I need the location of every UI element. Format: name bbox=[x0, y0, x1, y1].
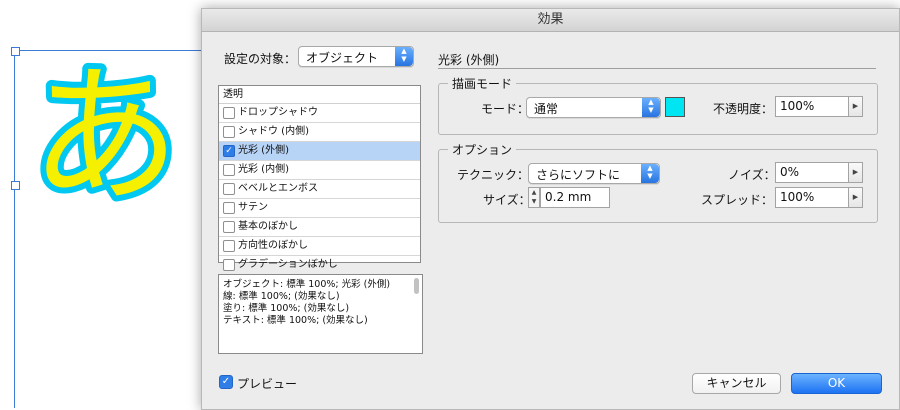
opacity-dropdown-arrow-icon[interactable]: ▶ bbox=[848, 96, 863, 117]
technique-select[interactable]: さらにソフトに ▲ ▼ bbox=[528, 163, 660, 184]
effect-label: 光彩 (外側) bbox=[238, 145, 289, 156]
summary-line: オブジェクト: 標準 100%; 光彩 (外側) bbox=[223, 279, 391, 290]
effect-label: シャドウ (内側) bbox=[238, 126, 309, 137]
opacity-field[interactable]: 100% bbox=[775, 96, 849, 117]
updown-arrow-icon: ▲ ▼ bbox=[641, 164, 659, 183]
target-select-value: オブジェクト bbox=[306, 51, 379, 65]
effect-label: 基本のぼかし bbox=[238, 221, 298, 232]
effect-item[interactable]: ベベルとエンボス bbox=[219, 180, 420, 199]
updown-arrow-icon: ▲ ▼ bbox=[642, 98, 660, 117]
updown-arrow-icon: ▲ ▼ bbox=[395, 47, 413, 66]
cancel-button[interactable]: キャンセル bbox=[692, 373, 781, 394]
noise-label: ノイズ： bbox=[728, 168, 776, 182]
size-label: サイズ： bbox=[483, 193, 531, 207]
spread-field[interactable]: 100% bbox=[775, 187, 849, 208]
summary-line: テキスト: 標準 100%; (効果なし) bbox=[223, 315, 368, 326]
frame-handle[interactable] bbox=[11, 181, 20, 190]
effect-label: ドロップシャドウ bbox=[238, 107, 318, 118]
checkbox-icon[interactable] bbox=[223, 126, 235, 138]
text-frame-edge bbox=[14, 50, 15, 408]
summary-line: 塗り: 標準 100%; (効果なし) bbox=[223, 303, 350, 314]
size-field[interactable]: 0.2 mm bbox=[540, 187, 610, 208]
checkbox-icon[interactable] bbox=[223, 183, 235, 195]
options-group-label: オプション bbox=[448, 141, 517, 158]
opacity-value: 100% bbox=[780, 99, 815, 113]
spread-value: 100% bbox=[780, 190, 815, 204]
settings-summary: オブジェクト: 標準 100%; 光彩 (外側) 線: 標準 100%; (効果な… bbox=[218, 274, 423, 354]
effect-item[interactable]: 基本のぼかし bbox=[219, 218, 420, 237]
noise-value: 0% bbox=[780, 165, 800, 179]
technique-select-value: さらにソフトに bbox=[536, 168, 621, 182]
effect-item[interactable]: 方向性のぼかし bbox=[219, 237, 420, 256]
summary-line: 線: 標準 100%; (効果なし) bbox=[223, 291, 340, 302]
effect-item[interactable]: ✓ 光彩 (外側) bbox=[219, 142, 420, 161]
size-value: 0.2 mm bbox=[545, 190, 592, 204]
effect-item[interactable]: ドロップシャドウ bbox=[219, 104, 420, 123]
checkbox-icon[interactable] bbox=[223, 259, 235, 271]
preview-checkbox[interactable]: ✓ bbox=[219, 375, 233, 389]
preview-label: プレビュー bbox=[237, 377, 298, 391]
effect-item[interactable]: グラデーションぼかし bbox=[219, 256, 420, 275]
transparency-header[interactable]: 透明 bbox=[219, 86, 420, 104]
effect-label: 光彩 (内側) bbox=[238, 164, 289, 175]
mode-label: モード： bbox=[481, 102, 530, 116]
effect-item[interactable]: サテン bbox=[219, 199, 420, 218]
blend-group-label: 描画モード bbox=[448, 75, 517, 92]
checkbox-icon[interactable] bbox=[223, 164, 235, 176]
summary-scrollbar[interactable] bbox=[414, 278, 419, 294]
checkbox-icon[interactable] bbox=[223, 202, 235, 214]
divider bbox=[438, 68, 876, 69]
checkbox-checked-icon[interactable]: ✓ bbox=[223, 145, 235, 157]
mode-select-value: 通常 bbox=[534, 102, 559, 116]
spread-label: スプレッド： bbox=[701, 193, 774, 207]
effects-list: 透明 ドロップシャドウ シャドウ (内側) ✓ 光彩 (外側) 光彩 (内側) ベベルとエ… bbox=[218, 85, 421, 275]
effect-label: グラデーションぼかし bbox=[238, 259, 338, 270]
options-group: オプション テクニック： さらにソフトに ▲ ▼ ノイズ： 0% ▶ サイズ： ▲… bbox=[438, 141, 878, 223]
glyph-text: あ bbox=[30, 50, 178, 218]
size-stepper[interactable]: ▲ ▼ bbox=[528, 187, 540, 208]
glowing-glyph: あ あ bbox=[28, 44, 178, 218]
effects-dialog: 効果 設定の対象： オブジェクト ▲ ▼ 透明 ドロップシャドウ シャドウ (内側)… bbox=[201, 8, 900, 410]
noise-dropdown-arrow-icon[interactable]: ▶ bbox=[848, 162, 863, 183]
spread-dropdown-arrow-icon[interactable]: ▶ bbox=[848, 187, 863, 208]
checkbox-icon[interactable] bbox=[223, 107, 235, 119]
blend-mode-group: 描画モード モード： 通常 ▲ ▼ 不透明度： 100% ▶ bbox=[438, 75, 878, 135]
target-select[interactable]: オブジェクト ▲ ▼ bbox=[298, 46, 414, 67]
section-title: 光彩 (外側) bbox=[438, 53, 500, 67]
frame-handle[interactable] bbox=[11, 47, 20, 56]
dialog-title: 効果 bbox=[202, 9, 899, 32]
effect-label: ベベルとエンボス bbox=[238, 183, 318, 194]
checkbox-icon[interactable] bbox=[223, 221, 235, 233]
noise-field[interactable]: 0% bbox=[775, 162, 849, 183]
opacity-label: 不透明度： bbox=[713, 102, 774, 116]
glow-color-swatch[interactable] bbox=[665, 97, 685, 117]
technique-label: テクニック： bbox=[457, 168, 530, 182]
target-label: 設定の対象： bbox=[224, 52, 297, 66]
checkbox-icon[interactable] bbox=[223, 240, 235, 252]
mode-select[interactable]: 通常 ▲ ▼ bbox=[526, 97, 661, 118]
effect-label: 方向性のぼかし bbox=[238, 240, 308, 251]
effect-label: サテン bbox=[238, 202, 268, 213]
effect-item[interactable]: 光彩 (内側) bbox=[219, 161, 420, 180]
effect-item[interactable]: シャドウ (内側) bbox=[219, 123, 420, 142]
ok-button[interactable]: OK bbox=[791, 373, 882, 394]
